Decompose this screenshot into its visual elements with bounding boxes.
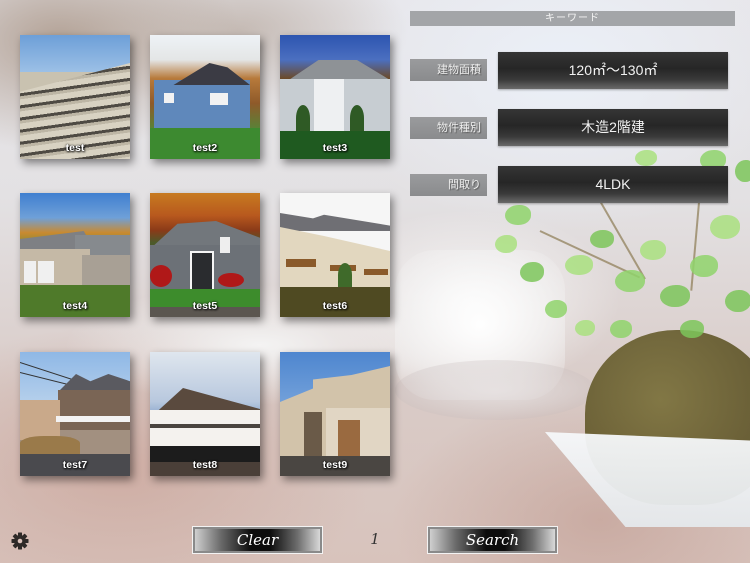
property-name: test8 (192, 459, 218, 471)
property-tile[interactable]: test8 (150, 352, 260, 476)
clear-button[interactable]: Clear (192, 526, 323, 554)
gear-icon (11, 532, 29, 550)
property-tile[interactable]: test9 (280, 352, 390, 476)
building-area-field[interactable]: 120㎡〜130㎡ (498, 52, 728, 89)
property-tile[interactable]: test3 (280, 35, 390, 159)
settings-button[interactable] (10, 531, 30, 551)
keyword-header: キーワード (410, 11, 735, 26)
search-button[interactable]: Search (427, 526, 558, 554)
property-name: test4 (62, 300, 88, 312)
property-name: test3 (322, 142, 348, 154)
property-photo (150, 352, 260, 476)
background-saucer (395, 360, 595, 420)
property-photo (280, 352, 390, 476)
property-type-field[interactable]: 木造2階建 (498, 109, 728, 146)
property-name: test (65, 142, 85, 154)
property-name: test2 (192, 142, 218, 154)
building-area-label: 建物面積 (410, 59, 487, 81)
property-tile[interactable]: test6 (280, 193, 390, 317)
property-tile[interactable]: test7 (20, 352, 130, 476)
property-photo (280, 193, 390, 317)
floor-plan-label: 間取り (410, 174, 487, 196)
property-photo (20, 35, 130, 159)
page-number: 1 (370, 530, 380, 548)
property-tile[interactable]: test2 (150, 35, 260, 159)
floor-plan-field[interactable]: 4LDK (498, 166, 728, 203)
property-name: test7 (62, 459, 88, 471)
property-name: test9 (322, 459, 348, 471)
property-name: test5 (192, 300, 218, 312)
property-type-label: 物件種別 (410, 117, 487, 139)
property-photo (280, 35, 390, 159)
property-photo (150, 193, 260, 317)
property-name: test6 (322, 300, 348, 312)
property-tile[interactable]: test4 (20, 193, 130, 317)
property-tile[interactable]: test (20, 35, 130, 159)
property-photo (20, 352, 130, 476)
property-photo (150, 35, 260, 159)
property-photo (20, 193, 130, 317)
property-tile[interactable]: test5 (150, 193, 260, 317)
